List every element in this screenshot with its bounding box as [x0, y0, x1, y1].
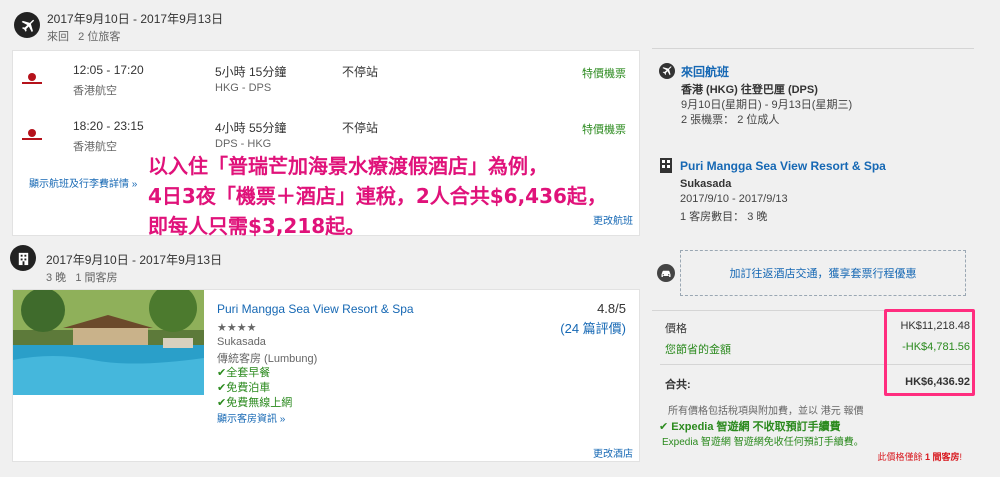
flight-stops: 不停站 — [342, 121, 379, 135]
check-icon: ✔ — [217, 382, 227, 394]
promo-text-line-3: 即每人只需$3,218起。 — [148, 214, 366, 238]
check-icon: ✔ — [217, 367, 227, 379]
rooms-left-suffix: ! — [959, 452, 962, 462]
room-info-label: 顯示客房資訊 — [217, 414, 277, 425]
fare-type: 特價機票 — [582, 124, 626, 136]
no-fee-note: Expedia 智遊網 智遊網免收任何預訂手續費。 — [662, 437, 864, 448]
summary-flight-route: 香港 (HKG) 往登巴厘 (DPS) — [681, 84, 818, 96]
rooms-left-prefix: 此價格僅餘 — [877, 452, 923, 462]
change-hotel-link[interactable]: 更改酒店 — [593, 445, 633, 460]
summary-hotel-location: Sukasada — [680, 178, 732, 190]
amenity-label: 免費泊車 — [226, 382, 271, 394]
no-fee-title-text: Expedia 智遊網 不收取預訂手續費 — [671, 421, 841, 433]
room-info-link[interactable]: 顯示客房資訊 » — [217, 410, 285, 425]
promo-text-line-1: 以入住「普瑞芒加海景水療渡假酒店」為例， — [148, 154, 548, 178]
check-icon: ✔ — [217, 397, 227, 409]
transfer-offer-box[interactable]: 加訂往返酒店交通，獲享套票行程優惠 — [680, 250, 966, 296]
summary-flight-title[interactable]: 來回航班 — [681, 63, 729, 80]
flight-time: 18:20 - 23:15 — [73, 119, 144, 133]
flight-route: DPS - HKG — [215, 138, 272, 150]
amenity-wifi: ✔免費無線上網 — [217, 394, 292, 410]
flight-details-link[interactable]: 顯示航班及行李費詳情 » — [29, 175, 137, 190]
summary-divider — [652, 48, 974, 49]
flight-duration: 4小時 55分鐘 — [215, 121, 287, 135]
promo-text-line-2: 4日3夜「機票＋酒店」連稅，2人合共$6,436起， — [148, 184, 607, 208]
hotel-reviews-link[interactable]: (24 篇評價) — [560, 318, 626, 337]
rooms-left-notice: 此價格僅餘 1 間客房! — [877, 450, 962, 463]
amenity-parking: ✔免費泊車 — [217, 379, 270, 395]
flight-trip-info: 來回 2 位旅客 — [47, 31, 121, 43]
plane-icon — [14, 12, 40, 38]
car-icon — [657, 264, 675, 282]
hotel-building-icon — [659, 157, 673, 173]
summary-hotel-rooms: 1 客房數目： 3 晚 — [680, 211, 768, 223]
rooms-left-count: 1 間客房 — [924, 452, 960, 462]
hotel-building-icon — [10, 245, 36, 271]
flight-duration: 5小時 15分鐘 — [215, 65, 287, 79]
summary-flight-tickets: 2 張機票： 2 位成人 — [681, 114, 780, 126]
hotel-name-link[interactable]: Puri Mangga Sea View Resort & Spa — [217, 302, 414, 316]
transfer-offer-link[interactable]: 加訂往返酒店交通，獲享套票行程優惠 — [730, 265, 917, 281]
chevron-down-icon: » — [129, 179, 138, 190]
savings-label: 您節省的金額 — [665, 344, 731, 356]
hong-kong-airlines-logo — [21, 127, 43, 141]
check-icon: ✔ — [659, 421, 672, 433]
change-flight-link[interactable]: 更改航班 — [593, 212, 633, 227]
tax-note: 所有價格包括稅項與附加費，並以 港元 報價 — [668, 406, 864, 417]
plane-icon — [659, 63, 675, 79]
summary-hotel-title[interactable]: Puri Mangga Sea View Resort & Spa — [680, 159, 886, 173]
amenity-breakfast: ✔全套早餐 — [217, 364, 270, 380]
flight-airline: 香港航空 — [73, 141, 117, 153]
hotel-rating: 4.8/5 — [597, 301, 626, 316]
flight-date-range: 2017年9月10日 - 2017年9月13日 — [47, 12, 224, 26]
hong-kong-airlines-logo — [21, 71, 43, 85]
flight-airline: 香港航空 — [73, 85, 117, 97]
flight-time: 12:05 - 17:20 — [73, 63, 144, 77]
hotel-location: Sukasada — [217, 336, 266, 348]
flight-stops: 不停站 — [342, 65, 379, 79]
summary-hotel-dates: 2017/9/10 - 2017/9/13 — [680, 193, 788, 205]
hotel-card: Puri Mangga Sea View Resort & Spa ★★★★ S… — [12, 289, 640, 462]
total-label: 合共: — [665, 379, 691, 391]
hotel-date-range: 2017年9月10日 - 2017年9月13日 — [46, 253, 223, 267]
price-label: 價格 — [665, 323, 687, 335]
flight-route: HKG - DPS — [215, 82, 272, 94]
hotel-photo[interactable] — [13, 290, 204, 395]
chevron-down-icon: » — [277, 414, 286, 425]
hotel-star-rating: ★★★★ — [217, 322, 257, 334]
hotel-stay-info: 3 晚 1 間客房 — [46, 272, 118, 284]
no-fee-title: ✔ Expedia 智遊網 不收取預訂手續費 — [659, 418, 841, 434]
flight-details-label: 顯示航班及行李費詳情 — [29, 179, 129, 190]
amenity-label: 全套早餐 — [226, 367, 271, 379]
amenity-label: 免費無線上網 — [226, 397, 293, 409]
fare-type: 特價機票 — [582, 68, 626, 80]
summary-flight-dates: 9月10日(星期日) - 9月13日(星期三) — [681, 99, 853, 111]
price-highlight-box — [884, 309, 975, 396]
